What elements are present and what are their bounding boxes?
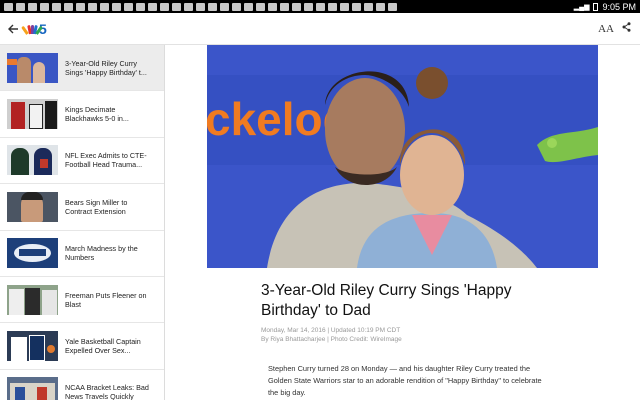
- article-thumbnail: [7, 99, 58, 130]
- app-icon: [292, 2, 301, 11]
- signal-icon: ▂▄▆: [573, 3, 590, 11]
- article-list: 3-Year-Old Riley Curry Sings 'Happy Birt…: [0, 45, 165, 400]
- app-icon: [172, 2, 181, 11]
- article-body: Stephen Curry turned 28 on Monday — and …: [268, 364, 542, 397]
- nyt-icon: [40, 2, 49, 11]
- app-icon: [364, 2, 373, 11]
- app-icon: [316, 2, 325, 11]
- download-icon: [352, 2, 361, 11]
- status-time: 9:05 PM: [602, 1, 636, 12]
- app-icon: [268, 2, 277, 11]
- back-arrow-icon: [7, 24, 18, 33]
- app-icon: [160, 2, 169, 11]
- app-icon: [112, 2, 121, 11]
- article-thumbnail: [7, 284, 58, 315]
- article-title: March Madness by the Numbers: [65, 244, 138, 263]
- article-title: Bears Sign Miller to Contract Extension: [65, 197, 128, 216]
- yahoo-icon: [4, 2, 13, 11]
- text-size-button[interactable]: AA: [598, 23, 614, 35]
- article-list-item[interactable]: NCAA Bracket Leaks: Bad News Travels Qui…: [0, 370, 164, 400]
- app-icon: [280, 2, 289, 11]
- notification-icons: [4, 2, 397, 11]
- article-thumbnail: [7, 331, 58, 362]
- app-icon: [88, 2, 97, 11]
- article-list-item[interactable]: March Madness by the Numbers: [0, 231, 164, 277]
- article-title: Freeman Puts Fleener on Blast: [65, 290, 147, 309]
- article-view: ckelode 3-Year-Old Riley Curry Sings 'Ha…: [166, 45, 640, 400]
- share-icon: [622, 22, 631, 32]
- status-bar: ▂▄▆ 9:05 PM: [0, 0, 640, 13]
- article-headline: 3-Year-Old Riley Curry Sings 'Happy Birt…: [261, 282, 512, 319]
- article-thumbnail: [7, 145, 58, 176]
- battery-icon: [593, 2, 599, 11]
- app-icon: [136, 2, 145, 11]
- article-thumbnail: [7, 52, 58, 83]
- app-icon: [184, 2, 193, 11]
- article-list-item[interactable]: NFL Exec Admits to CTE-Football Head Tra…: [0, 138, 164, 185]
- peacock-icon: [21, 24, 43, 35]
- article-title: 3-Year-Old Riley Curry Sings 'Happy Birt…: [65, 58, 147, 77]
- app-icon: [196, 2, 205, 11]
- app-icon: [256, 2, 265, 11]
- hero-image: ckelode: [207, 45, 598, 268]
- news-icon: [28, 2, 37, 11]
- sports-icon: [16, 2, 25, 11]
- app-icon: [64, 2, 73, 11]
- app-icon: [304, 2, 313, 11]
- app-icon: [52, 2, 61, 11]
- article-meta: Monday, Mar 14, 2016 | Updated 10:19 PM …: [261, 326, 402, 344]
- nyt-icon: [388, 2, 397, 11]
- article-title: NFL Exec Admits to CTE-Football Head Tra…: [65, 151, 147, 170]
- article-thumbnail: [7, 191, 58, 222]
- app-icon: [208, 2, 217, 11]
- app-icon: [148, 2, 157, 11]
- app-icon: [76, 2, 85, 11]
- article-byline: By Riya Bhattacharjee | Photo Credit: Wi…: [261, 336, 402, 343]
- article-list-item[interactable]: 3-Year-Old Riley Curry Sings 'Happy Birt…: [0, 45, 164, 92]
- share-button[interactable]: [622, 22, 631, 35]
- nbc5-logo: 5: [21, 21, 47, 37]
- article-list-item[interactable]: Yale Basketball Captain Expelled Over Se…: [0, 323, 164, 370]
- article-list-item[interactable]: Freeman Puts Fleener on Blast: [0, 277, 164, 324]
- app-icon: [220, 2, 229, 11]
- article-date: Monday, Mar 14, 2016 | Updated 10:19 PM …: [261, 327, 401, 334]
- download-icon: [376, 2, 385, 11]
- article-title: Kings Decimate Blackhawks 5-0 in...: [65, 105, 129, 124]
- article-thumbnail: [7, 238, 58, 269]
- article-list-item[interactable]: Bears Sign Miller to Contract Extension: [0, 184, 164, 231]
- app-icon: [244, 2, 253, 11]
- app-icon: [232, 2, 241, 11]
- app-icon: [124, 2, 133, 11]
- article-title: NCAA Bracket Leaks: Bad News Travels Qui…: [65, 383, 149, 400]
- app-icon: [340, 2, 349, 11]
- app-bar: 5 AA: [0, 13, 640, 45]
- article-list-item[interactable]: Kings Decimate Blackhawks 5-0 in...: [0, 91, 164, 138]
- app-icon: [100, 2, 109, 11]
- article-thumbnail: [7, 377, 58, 400]
- article-title: Yale Basketball Captain Expelled Over Se…: [65, 337, 141, 356]
- download-icon: [328, 2, 337, 11]
